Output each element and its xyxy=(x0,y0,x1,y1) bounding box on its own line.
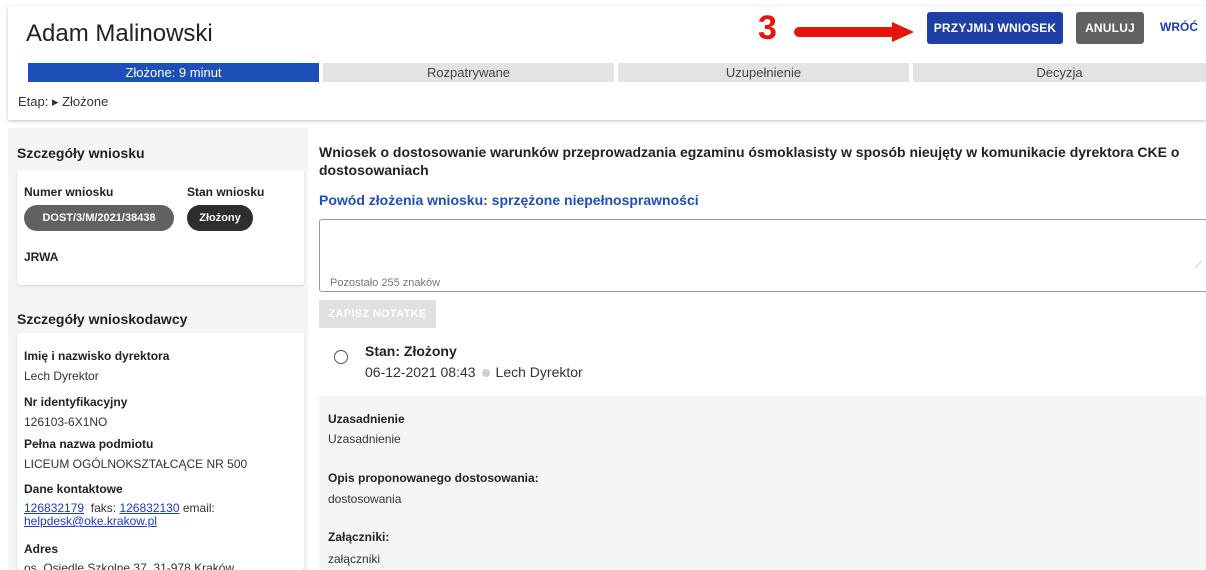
application-details-title: Szczegóły wniosku xyxy=(17,145,145,161)
proposal-label: Opis proponowanego dostosowania: xyxy=(328,471,539,485)
state-meta: 06-12-2021 08:43 Lech Dyrektor xyxy=(365,364,583,380)
stage-rozpatrywane: Rozpatrywane xyxy=(323,63,614,82)
fax-link[interactable]: 126832130 xyxy=(119,501,179,515)
proposal-value: dostosowania xyxy=(328,492,402,506)
address-value: os. Osiedle Szkolne 37, 31-978 Kraków xyxy=(24,561,235,570)
justification-value: Uzasadnienie xyxy=(328,432,401,446)
entity-name-value: LICEUM OGÓLNOKSZTAŁCĄCE NR 500 xyxy=(24,457,248,471)
applicant-details-title: Szczegóły wnioskodawcy xyxy=(17,311,188,327)
id-number-label: Nr identyfikacyjny xyxy=(24,395,128,409)
contact-value: 126832179 faks: 126832130 email: helpdes… xyxy=(24,502,294,528)
stage-zlozone: Złożone: 9 minut xyxy=(28,63,319,82)
stage-uzupelnienie: Uzupełnienie xyxy=(618,63,909,82)
state-datetime: 06-12-2021 08:43 xyxy=(365,364,476,380)
annotation-number: 3 xyxy=(758,9,777,47)
application-status-label: Stan wniosku xyxy=(187,185,265,199)
application-title: Wniosek o dostosowanie warunków przeprow… xyxy=(319,144,1180,178)
entity-name-label: Pełna nazwa podmiotu xyxy=(24,437,154,451)
application-number-label: Numer wniosku xyxy=(24,185,114,199)
cancel-button[interactable]: ANULUJ xyxy=(1076,12,1144,44)
note-char-counter: Pozostało 255 znaków xyxy=(330,277,441,289)
stage-decyzja: Decyzja xyxy=(913,63,1206,82)
stage-progress: Złożone: 9 minut Rozpatrywane Uzupełnien… xyxy=(28,63,1206,82)
attachments-label: Załączniki: xyxy=(328,530,390,544)
phone-link[interactable]: 126832179 xyxy=(24,501,84,515)
state-author: Lech Dyrektor xyxy=(495,364,583,380)
address-label: Adres xyxy=(24,542,59,556)
application-number-chip: DOST/3/M/2021/38438 xyxy=(24,205,174,231)
annotation-arrow-icon xyxy=(794,22,914,42)
jrwa-label: JRWA xyxy=(24,250,59,264)
email-link[interactable]: helpdesk@oke.krakow.pl xyxy=(24,514,157,528)
fax-prefix: faks: xyxy=(90,501,117,515)
application-reason: Powód złożenia wniosku: sprzężone niepeł… xyxy=(319,192,699,208)
state-title: Stan: Złożony xyxy=(365,343,457,359)
separator-dot-icon xyxy=(481,368,490,377)
status-badge: Złożony xyxy=(187,205,253,231)
save-note-button[interactable]: ZAPISZ NOTATKĘ xyxy=(319,300,436,328)
justification-label: Uzasadnienie xyxy=(328,412,405,426)
id-number-value: 126103-6X1NO xyxy=(24,415,108,429)
accept-application-button[interactable]: PRZYJMIJ WNIOSEK xyxy=(927,12,1063,44)
contact-label: Dane kontaktowe xyxy=(24,482,123,496)
details-panel: Uzasadnienie Uzasadnienie Opis proponowa… xyxy=(319,396,1206,570)
applicant-details-card: Imię i nazwisko dyrektora Lech Dyrektor … xyxy=(17,333,304,570)
attachments-value: załączniki xyxy=(328,552,381,566)
note-textarea[interactable]: Pozostało 255 znaków ⟋ xyxy=(319,219,1206,292)
current-stage-breadcrumb: Etap: ▸ Złożone xyxy=(18,94,109,109)
applicant-name: Adam Malinowski xyxy=(26,20,213,47)
director-value: Lech Dyrektor xyxy=(24,369,99,383)
email-prefix: email: xyxy=(182,501,215,515)
application-details-card: Numer wniosku Stan wniosku DOST/3/M/2021… xyxy=(17,170,304,285)
resize-handle-icon[interactable]: ⟋ xyxy=(1195,260,1202,271)
director-label: Imię i nazwisko dyrektora xyxy=(24,349,170,363)
back-link[interactable]: WRÓĆ xyxy=(1160,20,1198,34)
state-radio[interactable] xyxy=(334,350,348,364)
